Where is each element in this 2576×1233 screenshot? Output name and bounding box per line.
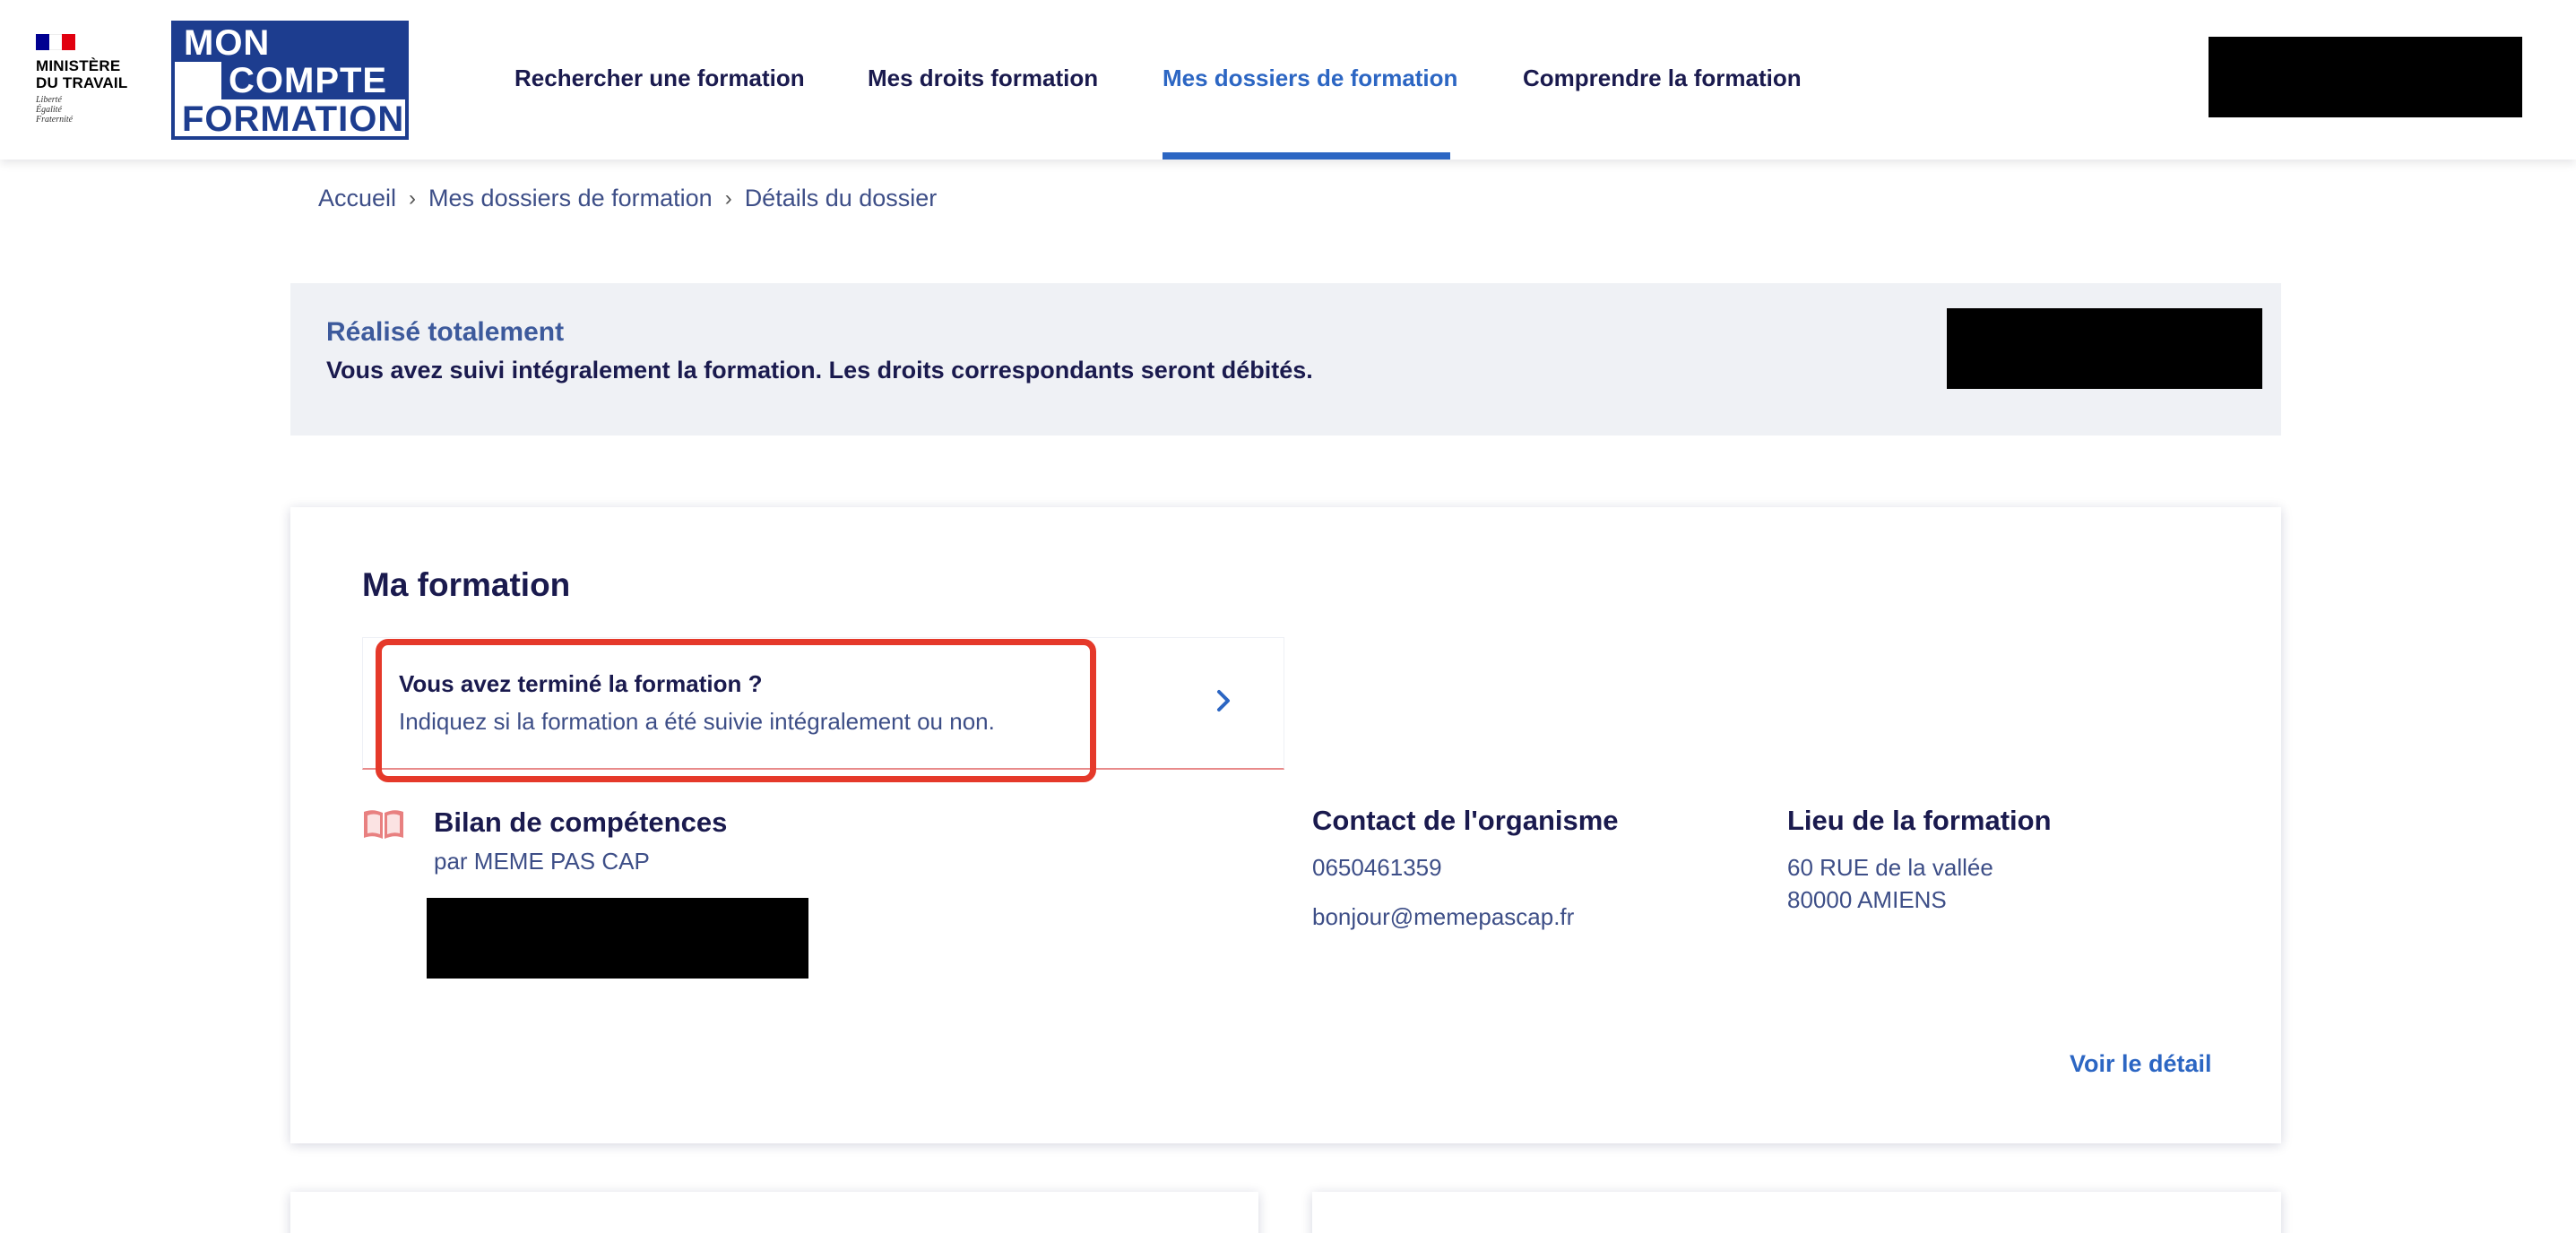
lieu-title: Lieu de la formation [1787,805,2052,836]
nav-rechercher-formation[interactable]: Rechercher une formation [514,65,805,92]
completion-prompt-text: Indiquez si la formation a été suivie in… [399,708,995,735]
breadcrumb-accueil[interactable]: Accueil [318,185,396,212]
contact-email[interactable]: bonjour@memepascap.fr [1312,901,1574,933]
redacted-account-area[interactable] [2209,37,2522,117]
motto-egalite: Égalité [36,105,62,115]
ministry-name-line2: DU TRAVAIL [36,74,128,91]
completion-prompt-title: Vous avez terminé la formation ? [399,670,763,697]
bottom-card-left [290,1192,1258,1233]
logo-corner [175,62,221,99]
nav-comprendre-formation[interactable]: Comprendre la formation [1523,65,1802,92]
nav-mes-droits-formation[interactable]: Mes droits formation [868,65,1098,92]
status-text: Vous avez suivi intégralement la formati… [326,357,1313,384]
formation-name: Bilan de compétences [434,806,728,838]
contact-phone[interactable]: 0650461359 [1312,851,1442,884]
lieu-address-line1: 60 RUE de la vallée [1787,854,1993,881]
mon-compte-formation-logo[interactable]: MON COMPTE FORMATION [171,21,409,140]
contact-title: Contact de l'organisme [1312,805,1619,836]
status-banner: Réalisé totalement Vous avez suivi intég… [290,283,2281,435]
ministry-logo[interactable]: MINISTÈRE DU TRAVAIL Liberté Égalité Fra… [36,34,143,125]
breadcrumb-current: Détails du dossier [744,185,938,211]
formation-card: Ma formation Vous avez terminé la format… [290,507,2281,1143]
formation-organisme: par MEME PAS CAP [434,848,650,875]
active-nav-indicator [1163,152,1450,160]
breadcrumb: Accueil › Mes dossiers de formation › Dé… [318,185,937,212]
lieu-address-line2: 80000 AMIENS [1787,886,1947,913]
card-title: Ma formation [362,566,571,603]
logo-line-1: MON [175,24,405,62]
bottom-card-right [1312,1192,2281,1233]
motto-fraternite: Fraternité [36,115,73,125]
french-flag-icon [36,34,76,50]
breadcrumb-mes-dossiers[interactable]: Mes dossiers de formation [428,185,713,212]
formation-completion-prompt[interactable]: Vous avez terminé la formation ? Indique… [362,637,1284,770]
voir-le-detail-link[interactable]: Voir le détail [2070,1050,2212,1078]
logo-line-3: FORMATION [182,99,405,139]
chevron-right-icon [1217,690,1230,711]
book-icon [364,810,403,839]
logo-line-2: COMPTE [221,62,405,99]
breadcrumb-chevron-icon: › [409,185,417,211]
site-header: MINISTÈRE DU TRAVAIL Liberté Égalité Fra… [0,0,2576,160]
breadcrumb-chevron-icon: › [724,185,732,211]
redacted-formation-info [427,898,808,979]
nav-mes-dossiers-formation[interactable]: Mes dossiers de formation [1163,65,1457,92]
ministry-name-line1: MINISTÈRE [36,57,121,74]
motto-liberte: Liberté [36,95,62,105]
redacted-status-action[interactable] [1947,308,2262,389]
status-title: Réalisé totalement [326,317,565,347]
